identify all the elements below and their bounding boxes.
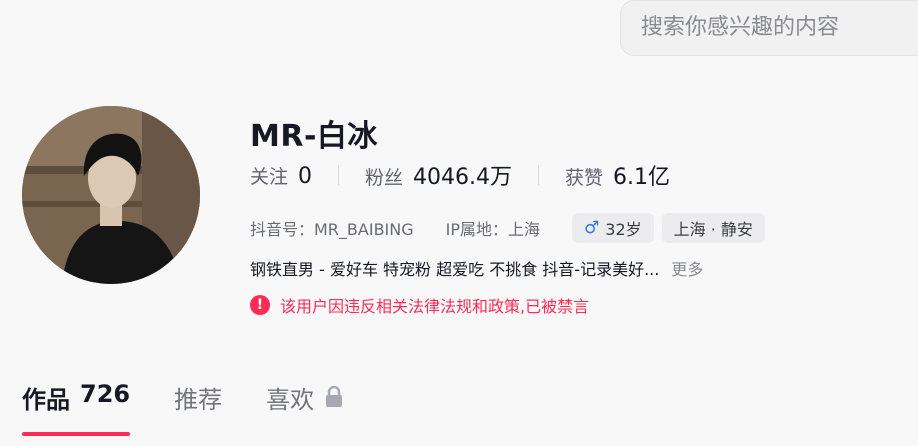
stat-following-label: 关注 <box>250 165 289 188</box>
stat-followers[interactable]: 粉丝 4046.4万 <box>365 159 512 191</box>
age-tag: ♂ 32岁 <box>572 213 654 243</box>
search-placeholder: 搜索你感兴趣的内容 <box>641 15 840 40</box>
lock-icon <box>324 385 344 414</box>
bio-text: 钢铁直男 - 爱好车 特宠粉 超爱吃 不挑食 抖音-记录美好... <box>250 260 660 279</box>
tab-works-label: 作品 <box>22 386 70 414</box>
ip-location: IP属地：上海 <box>445 220 541 239</box>
stat-following-value: 0 <box>298 163 313 189</box>
stat-followers-label: 粉丝 <box>365 167 404 189</box>
tab-recommend-label: 推荐 <box>174 386 223 414</box>
stat-following[interactable]: 关注 0 <box>250 162 312 189</box>
search-input[interactable]: 搜索你感兴趣的内容 <box>620 0 918 56</box>
ban-warning-text: 该用户因违反相关法律法规和政策,已被禁言 <box>280 297 590 316</box>
stat-followers-value: 4046.4万 <box>413 165 513 190</box>
tab-likes-label: 喜欢 <box>266 386 315 414</box>
tab-works[interactable]: 作品 726 <box>22 374 131 446</box>
location-tag-label: 上海 · 静安 <box>673 220 753 239</box>
profile-stats: 关注 0 粉丝 4046.4万 获赞 6.1亿 <box>250 159 670 191</box>
avatar[interactable] <box>22 106 200 284</box>
exclamation-circle-icon: ! <box>250 295 270 315</box>
profile-meta: 抖音号：MR_BAIBING IP属地：上海 ♂ 32岁 上海 · 静安 <box>250 213 773 243</box>
stat-likes-value: 6.1亿 <box>613 165 671 190</box>
tab-likes[interactable]: 喜欢 <box>266 374 344 446</box>
stat-likes-label: 获赞 <box>565 167 604 189</box>
avatar-image <box>22 106 200 284</box>
stat-divider <box>538 165 540 185</box>
profile-tabs: 作品 726 推荐 喜欢 <box>22 374 388 446</box>
age-tag-label: 32岁 <box>605 220 642 239</box>
stat-divider <box>338 165 340 185</box>
douyin-id: 抖音号：MR_BAIBING <box>250 220 414 239</box>
male-symbol-icon: ♂ <box>584 218 600 238</box>
location-tag: 上海 · 静安 <box>661 213 765 243</box>
tab-works-count: 726 <box>80 380 131 408</box>
stat-likes: 获赞 6.1亿 <box>565 159 670 191</box>
bio-more-link[interactable]: 更多 <box>671 256 703 280</box>
profile-name: MR-白冰 <box>250 119 378 154</box>
ban-warning: ! 该用户因违反相关法律法规和政策,已被禁言 <box>250 293 589 317</box>
profile-bio: 钢铁直男 - 爱好车 特宠粉 超爱吃 不挑食 抖音-记录美好... 更多 <box>250 256 703 280</box>
tab-recommend[interactable]: 推荐 <box>174 374 222 446</box>
